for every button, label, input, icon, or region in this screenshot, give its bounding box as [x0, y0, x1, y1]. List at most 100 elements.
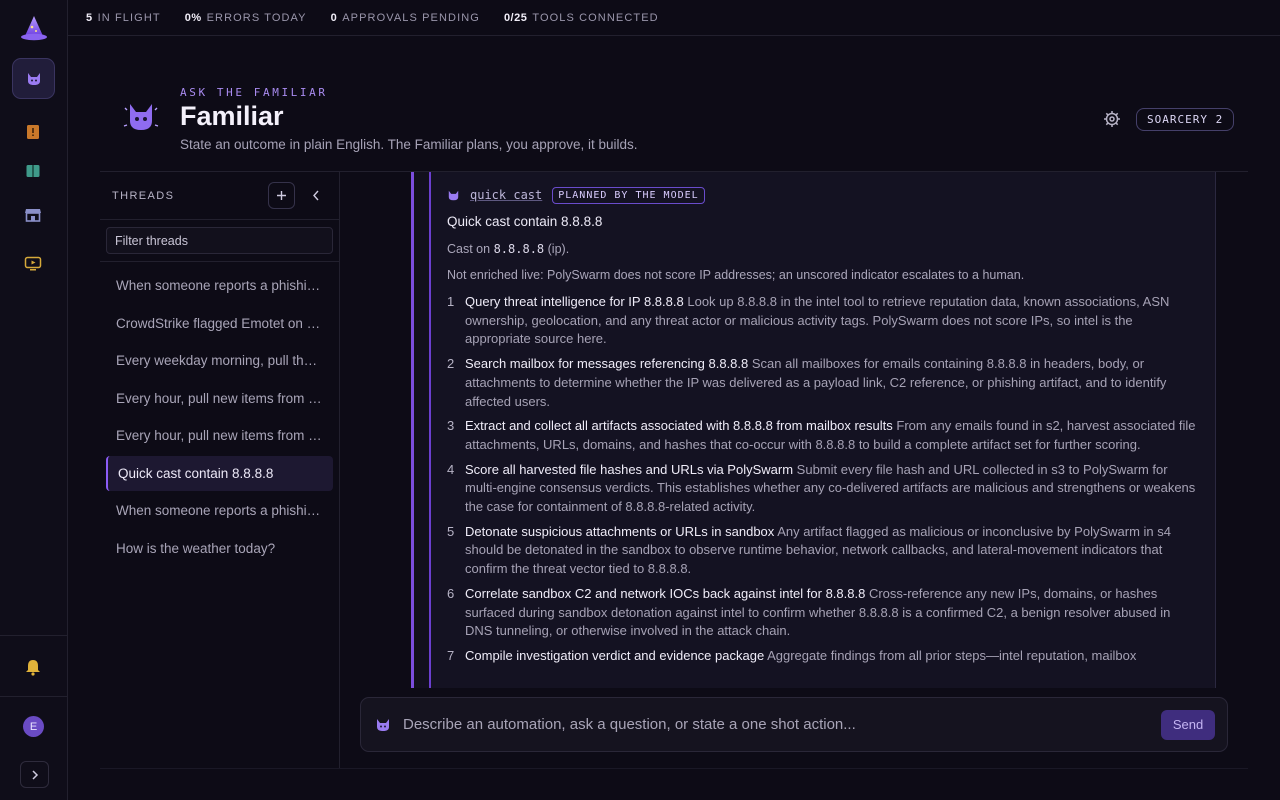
send-button[interactable]: Send [1161, 709, 1215, 740]
conversation-area: quick cast PLANNED BY THE MODEL Quick ca… [340, 172, 1228, 688]
familiar-cat-icon [377, 718, 389, 731]
step-heading: Extract and collect all artifacts associ… [465, 418, 893, 434]
wizard-hat-logo-icon[interactable] [19, 14, 49, 44]
rail-divider [0, 696, 67, 697]
nav-playbooks[interactable] [24, 123, 42, 141]
filter-wrapper [100, 220, 339, 262]
step-body: Search mailbox for messages referencing … [465, 355, 1201, 411]
chevron-right-icon [31, 769, 38, 780]
new-thread-button[interactable] [268, 182, 295, 209]
expand-rail-button[interactable] [20, 761, 49, 788]
composer: Send [360, 697, 1228, 752]
gear-icon[interactable] [1103, 110, 1121, 128]
nav-store[interactable] [24, 206, 42, 224]
stat-in-flight: 5 IN FLIGHT [86, 12, 161, 24]
filter-threads-input[interactable] [106, 227, 333, 254]
threads-panel: THREADS When someone reports a phishing … [100, 172, 340, 768]
stat-approvals-pending: 0 APPROVALS PENDING [331, 12, 480, 24]
planned-badge: PLANNED BY THE MODEL [552, 186, 705, 204]
nav-library[interactable] [24, 162, 42, 180]
stat-label: APPROVALS PENDING [342, 11, 480, 24]
step-body: Extract and collect all artifacts associ… [465, 417, 1201, 454]
page-title: Familiar [180, 101, 284, 131]
step-body: Query threat intelligence for IP 8.8.8.8… [465, 293, 1201, 349]
thread-item[interactable]: When someone reports a phishing email, i… [106, 268, 333, 303]
cast-type: (ip). [547, 242, 570, 256]
quick-cast-link[interactable]: quick cast [470, 188, 542, 202]
step-heading: Score all harvested file hashes and URLs… [465, 461, 794, 477]
thread-item[interactable]: Every hour, pull new items from the thre… [106, 418, 333, 453]
plan-step: 6 Correlate sandbox C2 and network IOCs b… [447, 585, 1201, 641]
thread-label: Every hour, pull new items from the thre… [116, 428, 323, 443]
step-heading: Detonate suspicious attachments or URLs … [465, 523, 775, 539]
monitor-icon [24, 256, 42, 271]
step-heading: Correlate sandbox C2 and network IOCs ba… [465, 585, 866, 601]
notifications-button[interactable] [24, 658, 42, 676]
cast-target: 8.8.8.8 [493, 242, 545, 256]
bell-icon [26, 660, 40, 676]
thread-label: Every weekday morning, pull the overnigh… [116, 353, 323, 368]
nav-monitor[interactable] [24, 255, 42, 273]
page-eyebrow: ASK THE FAMILIAR [180, 86, 328, 99]
step-body: Score all harvested file hashes and URLs… [465, 461, 1201, 517]
step-number: 6 [447, 585, 455, 601]
stat-tools-connected: 0/25 TOOLS CONNECTED [504, 12, 659, 24]
stat-label: TOOLS CONNECTED [532, 11, 659, 24]
step-body: Compile investigation verdict and eviden… [465, 647, 1201, 666]
thread-item-active[interactable]: Quick cast contain 8.8.8.8 [106, 455, 333, 491]
thread-label: When someone reports a phishing email, t… [116, 503, 323, 518]
thread-item[interactable]: CrowdStrike flagged Emotet on a host, co… [106, 306, 333, 341]
cast-target-line: Cast on 8.8.8.8 (ip). [447, 242, 1201, 256]
status-bar: 5 IN FLIGHT 0% ERRORS TODAY 0 APPROVALS PEN… [68, 0, 1280, 36]
step-number: 1 [447, 294, 455, 309]
thread-item[interactable]: How is the weather today? [106, 531, 333, 566]
thread-label: CrowdStrike flagged Emotet on a host, co… [116, 315, 323, 331]
step-number: 4 [447, 461, 455, 477]
thread-item[interactable]: Every hour, pull new items from the inte… [106, 381, 333, 416]
plan-card: quick cast PLANNED BY THE MODEL Quick ca… [411, 172, 1216, 688]
thread-label: When someone reports a phishing email, i… [116, 278, 323, 293]
thread-item[interactable]: When someone reports a phishing email, t… [106, 493, 333, 528]
plan-step: 4 Score all harvested file hashes and URL… [447, 461, 1201, 517]
stat-value: 0% [184, 11, 202, 24]
step-number: 3 [447, 418, 455, 434]
thread-label: Every hour, pull new items from the inte… [116, 390, 323, 406]
familiar-cat-icon [448, 190, 459, 200]
familiar-cat-icon [123, 104, 159, 130]
chevron-left-icon [313, 190, 319, 201]
step-heading: Compile investigation verdict and eviden… [465, 647, 765, 663]
plan-step: 7 Compile investigation verdict and evide… [447, 647, 1201, 666]
plan-step: 3 Extract and collect all artifacts assoc… [447, 417, 1201, 454]
step-number: 7 [447, 647, 455, 663]
thread-label: Quick cast contain 8.8.8.8 [118, 465, 274, 481]
nav-familiar[interactable] [12, 58, 55, 99]
thread-list: When someone reports a phishing email, i… [100, 262, 339, 566]
cast-prefix: Cast on [447, 242, 491, 256]
composer-input[interactable] [403, 716, 1161, 733]
plan-step: 2 Search mailbox for messages referencing… [447, 355, 1201, 411]
avatar[interactable]: E [23, 716, 44, 737]
icon-rail: E [0, 0, 68, 800]
stat-value: 0/25 [503, 11, 528, 24]
store-icon [25, 209, 41, 222]
step-description: Aggregate findings from all prior steps—… [767, 647, 1137, 663]
step-body: Correlate sandbox C2 and network IOCs ba… [465, 585, 1201, 641]
main-bottom-divider [100, 768, 1248, 769]
plan-step: 5 Detonate suspicious attachments or URLs… [447, 523, 1201, 579]
playbook-icon [27, 125, 39, 139]
stat-value: 5 [86, 11, 93, 24]
stat-errors-today: 0% ERRORS TODAY [185, 12, 307, 24]
rail-divider [0, 635, 67, 636]
plan-header: quick cast PLANNED BY THE MODEL [447, 186, 1201, 204]
stat-label: ERRORS TODAY [206, 11, 307, 24]
stat-label: IN FLIGHT [97, 11, 161, 24]
enrichment-note: Not enriched live: PolySwarm does not sc… [447, 268, 1025, 282]
plus-icon [277, 191, 286, 200]
thread-item[interactable]: Every weekday morning, pull the overnigh… [106, 343, 333, 378]
collapse-threads-button[interactable] [305, 190, 327, 201]
step-body: Detonate suspicious attachments or URLs … [465, 523, 1201, 579]
step-number: 5 [447, 523, 455, 539]
plan-steps: 1 Query threat intelligence for IP 8.8.8.… [447, 293, 1201, 666]
plan-card-body: quick cast PLANNED BY THE MODEL Quick ca… [429, 172, 1216, 688]
model-selector[interactable]: SOARCERY 2 [1136, 108, 1235, 131]
